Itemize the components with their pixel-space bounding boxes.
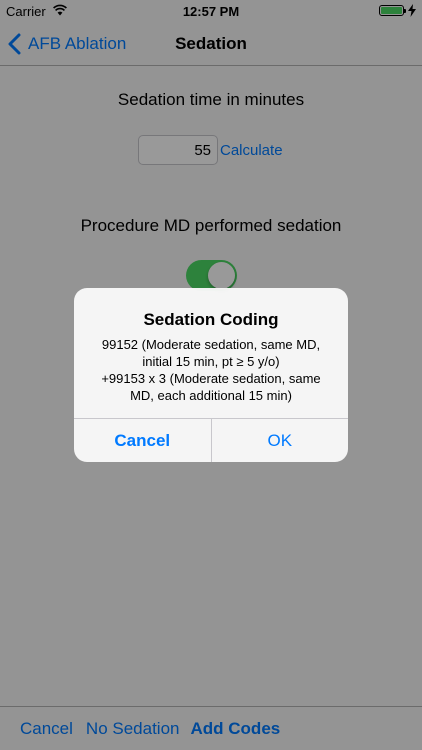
sedation-coding-alert: Sedation Coding 99152 (Moderate sedation… [74,288,348,462]
alert-message-line: +99153 x 3 (Moderate sedation, same MD, … [101,371,321,403]
alert-cancel-button[interactable]: Cancel [74,419,212,462]
alert-title: Sedation Coding [143,310,279,329]
alert-message-line: 99152 (Moderate sedation, same MD, initi… [101,337,321,369]
alert-ok-button[interactable]: OK [212,419,349,462]
alert-message: 99152 (Moderate sedation, same MD, initi… [74,336,348,404]
alert-buttons: Cancel OK [74,418,348,462]
